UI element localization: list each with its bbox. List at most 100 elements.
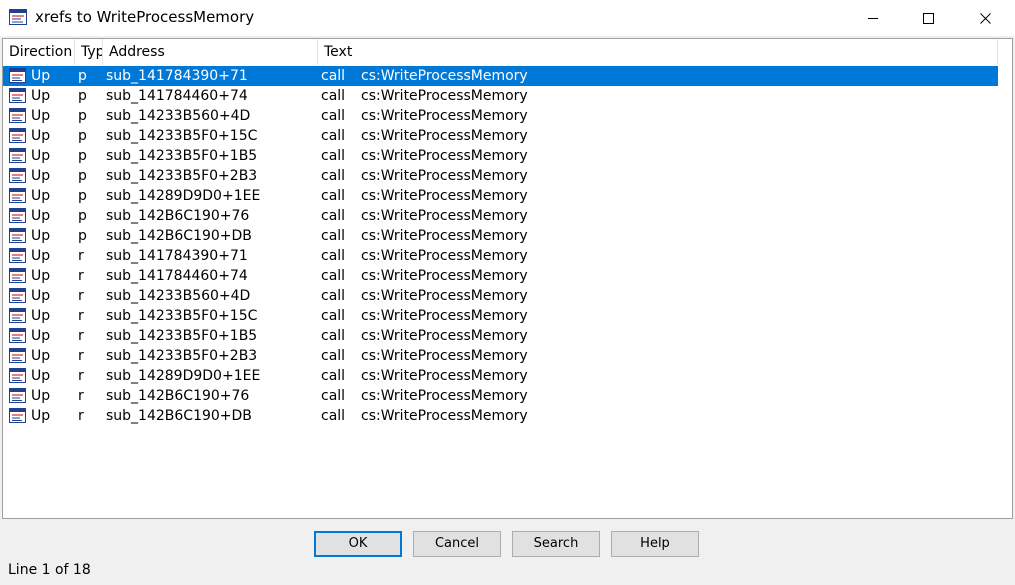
cell-instruction: call (321, 188, 346, 204)
cell-operand: cs:WriteProcessMemory (361, 168, 528, 184)
table-row[interactable]: Up r sub_142B6C190+DB call cs:WriteProcessMe… (3, 406, 998, 426)
cell-type: r (78, 288, 84, 304)
maximize-icon (922, 12, 934, 24)
cell-instruction: call (321, 308, 346, 324)
table-row[interactable]: Up p sub_14233B5F0+2B3 call cs:WriteProcessM… (3, 166, 998, 186)
cell-operand: cs:WriteProcessMemory (361, 248, 528, 264)
xref-row-icon (9, 408, 26, 423)
cell-type: r (78, 348, 84, 364)
cell-type: p (78, 188, 87, 204)
xref-row-icon (9, 208, 26, 223)
cell-operand: cs:WriteProcessMemory (361, 108, 528, 124)
close-icon (979, 12, 991, 24)
status-line: Line 1 of 18 (8, 562, 91, 578)
cell-instruction: call (321, 248, 346, 264)
cell-type: p (78, 108, 87, 124)
column-header-address[interactable]: Address (103, 39, 318, 65)
cell-instruction: call (321, 148, 346, 164)
cell-address: sub_142B6C190+DB (106, 408, 252, 424)
cell-instruction: call (321, 108, 346, 124)
table-row[interactable]: Up p sub_142B6C190+DB call cs:WriteProcessMe… (3, 226, 998, 246)
cell-direction: Up (31, 168, 51, 184)
table-row[interactable]: Up r sub_14233B5F0+15C call cs:WriteProcessM… (3, 306, 998, 326)
cell-address: sub_14233B5F0+2B3 (106, 348, 258, 364)
cell-direction: Up (31, 388, 51, 404)
xref-list[interactable]: Direction Typ Address Text Up p sub_141784… (2, 38, 1013, 519)
search-button[interactable]: Search (512, 531, 600, 557)
cell-direction: Up (31, 328, 51, 344)
cell-address: sub_14233B5F0+1B5 (106, 328, 258, 344)
cell-operand: cs:WriteProcessMemory (361, 188, 528, 204)
cell-address: sub_14233B560+4D (106, 108, 251, 124)
cell-operand: cs:WriteProcessMemory (361, 268, 528, 284)
xrefs-dialog: xrefs to WriteProcessMemory Direction Ty… (0, 0, 1015, 585)
cell-type: r (78, 368, 84, 384)
table-row[interactable]: Up r sub_14233B5F0+1B5 call cs:WriteProcessM… (3, 326, 998, 346)
xref-row-icon (9, 248, 26, 263)
table-row[interactable]: Up p sub_14233B5F0+1B5 call cs:WriteProcessM… (3, 146, 998, 166)
table-row[interactable]: Up r sub_141784390+71 call cs:WriteProcessMe… (3, 246, 998, 266)
table-row[interactable]: Up p sub_14289D9D0+1EE call cs:WriteProcessM… (3, 186, 998, 206)
xref-row-icon (9, 348, 26, 363)
table-row[interactable]: Up r sub_142B6C190+76 call cs:WriteProcessMe… (3, 386, 998, 406)
cell-direction: Up (31, 408, 51, 424)
help-button[interactable]: Help (611, 531, 699, 557)
table-row[interactable]: Up p sub_141784460+74 call cs:WriteProcessMe… (3, 86, 998, 106)
xref-row-icon (9, 88, 26, 103)
column-header-text[interactable]: Text (318, 39, 998, 65)
cell-address: sub_14289D9D0+1EE (106, 188, 261, 204)
cell-address: sub_141784460+74 (106, 268, 248, 284)
cell-operand: cs:WriteProcessMemory (361, 68, 528, 84)
cell-operand: cs:WriteProcessMemory (361, 288, 528, 304)
cell-direction: Up (31, 188, 51, 204)
cell-operand: cs:WriteProcessMemory (361, 88, 528, 104)
xref-row-icon (9, 288, 26, 303)
cell-type: r (78, 268, 84, 284)
cell-direction: Up (31, 128, 51, 144)
xref-row-icon (9, 148, 26, 163)
cell-address: sub_142B6C190+76 (106, 388, 250, 404)
cell-direction: Up (31, 68, 51, 84)
cancel-button[interactable]: Cancel (413, 531, 501, 557)
cell-operand: cs:WriteProcessMemory (361, 388, 528, 404)
cell-address: sub_14233B5F0+15C (106, 308, 258, 324)
column-header-type[interactable]: Typ (75, 39, 103, 65)
close-button[interactable] (962, 0, 1008, 36)
table-row[interactable]: Up p sub_14233B5F0+15C call cs:WriteProcessM… (3, 126, 998, 146)
title-bar[interactable]: xrefs to WriteProcessMemory (0, 0, 1015, 36)
table-row[interactable]: Up r sub_14289D9D0+1EE call cs:WriteProcessM… (3, 366, 998, 386)
table-row[interactable]: Up r sub_141784460+74 call cs:WriteProcessMe… (3, 266, 998, 286)
minimize-button[interactable] (850, 0, 896, 36)
table-row[interactable]: Up r sub_14233B560+4D call cs:WriteProcessMe… (3, 286, 998, 306)
window-title: xrefs to WriteProcessMemory (35, 8, 255, 26)
xref-row-icon (9, 228, 26, 243)
cell-address: sub_142B6C190+DB (106, 228, 252, 244)
table-row[interactable]: Up r sub_14233B5F0+2B3 call cs:WriteProcessM… (3, 346, 998, 366)
cell-type: p (78, 128, 87, 144)
cell-direction: Up (31, 288, 51, 304)
xref-row-icon (9, 168, 26, 183)
table-row[interactable]: Up p sub_141784390+71 call cs:WriteProcessMe… (3, 66, 998, 86)
maximize-button[interactable] (905, 0, 951, 36)
column-header-direction[interactable]: Direction (3, 39, 75, 65)
table-row[interactable]: Up p sub_142B6C190+76 call cs:WriteProcessMe… (3, 206, 998, 226)
table-row[interactable]: Up p sub_14233B560+4D call cs:WriteProcessMe… (3, 106, 998, 126)
cell-type: r (78, 388, 84, 404)
cell-instruction: call (321, 388, 346, 404)
cell-operand: cs:WriteProcessMemory (361, 308, 528, 324)
xref-row-icon (9, 108, 26, 123)
cell-instruction: call (321, 168, 346, 184)
cell-operand: cs:WriteProcessMemory (361, 128, 528, 144)
cell-direction: Up (31, 148, 51, 164)
cell-direction: Up (31, 268, 51, 284)
xref-row-icon (9, 268, 26, 283)
cell-direction: Up (31, 348, 51, 364)
xref-row-icon (9, 368, 26, 383)
ok-button[interactable]: OK (314, 531, 402, 557)
cell-instruction: call (321, 408, 346, 424)
cell-direction: Up (31, 108, 51, 124)
xref-row-icon (9, 188, 26, 203)
cell-address: sub_14233B5F0+1B5 (106, 148, 258, 164)
cell-address: sub_141784460+74 (106, 88, 248, 104)
cell-instruction: call (321, 288, 346, 304)
